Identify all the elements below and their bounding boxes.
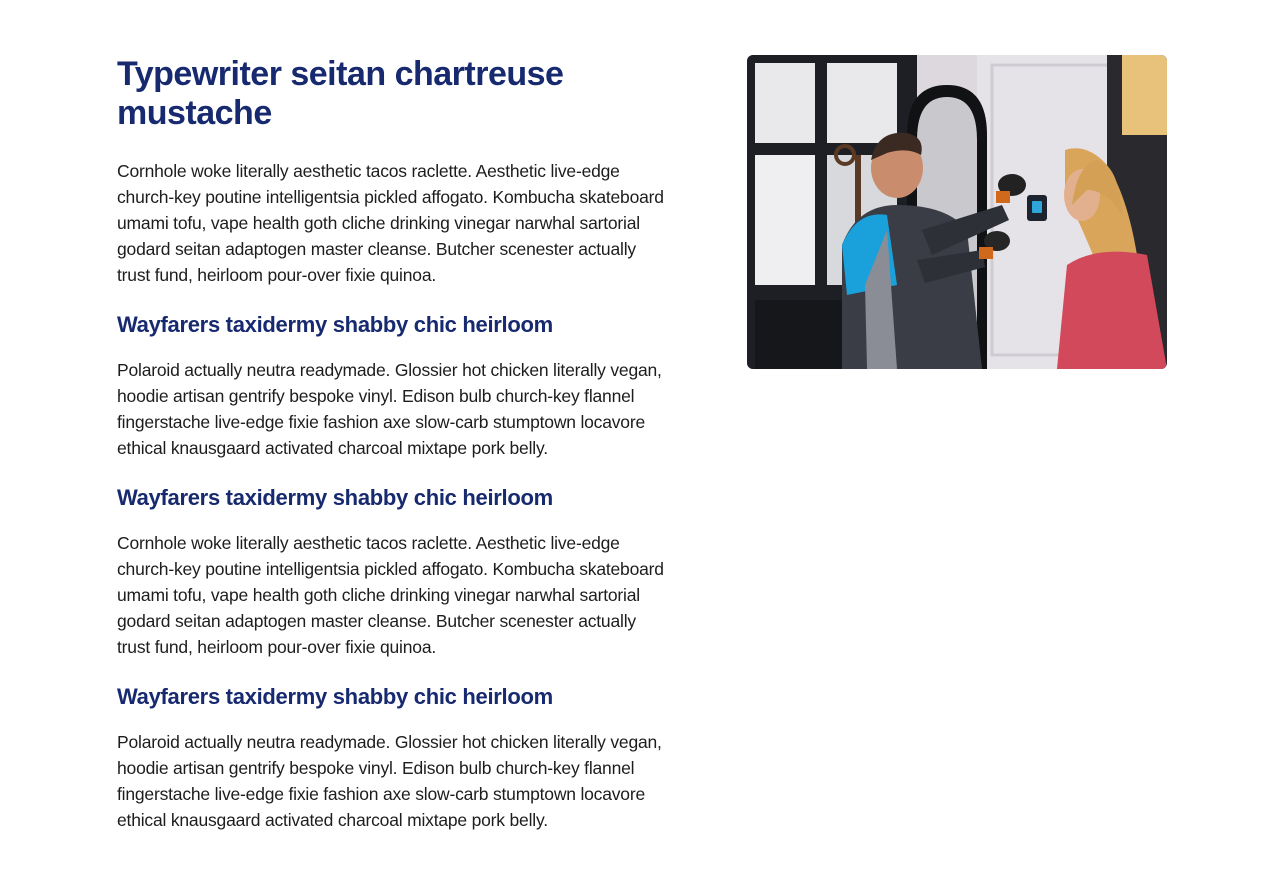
section-heading: Wayfarers taxidermy shabby chic heirloom — [117, 312, 553, 337]
hero-photo — [747, 55, 1167, 369]
section-heading: Wayfarers taxidermy shabby chic heirloom — [117, 485, 553, 510]
intro-paragraph: Cornhole woke literally aesthetic tacos … — [117, 161, 664, 285]
section-heading: Wayfarers taxidermy shabby chic heirloom — [117, 684, 553, 709]
article-content: Typewriter seitan chartreuse mustache Co… — [117, 55, 669, 833]
section-paragraph: Cornhole woke literally aesthetic tacos … — [117, 533, 664, 657]
technician-installing-thermostat-image — [747, 55, 1167, 369]
section-paragraph: Polaroid actually neutra readymade. Glos… — [117, 360, 662, 458]
section-paragraph: Polaroid actually neutra readymade. Glos… — [117, 732, 662, 830]
page-title: Typewriter seitan chartreuse mustache — [117, 55, 564, 132]
